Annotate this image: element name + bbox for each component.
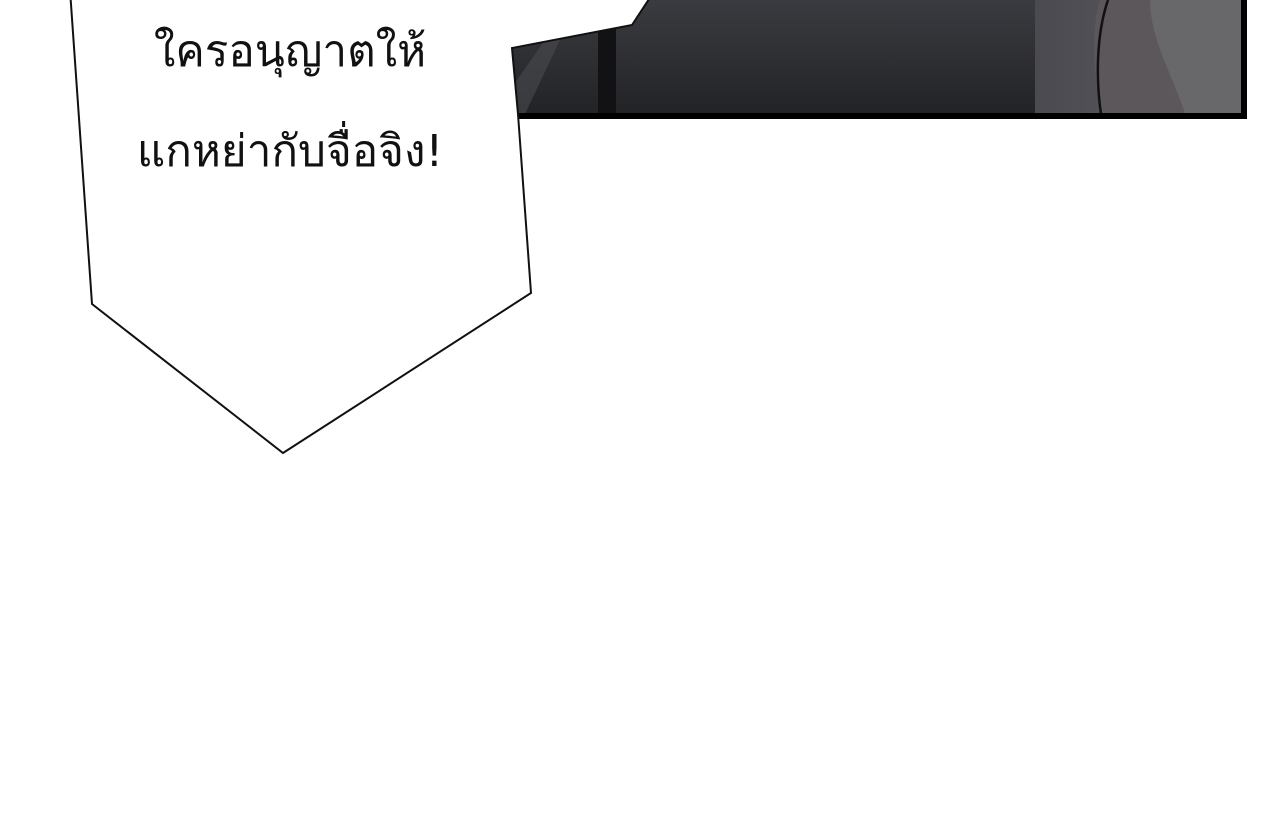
speech-bubble-line-1: ใครอนุญาตให้ [153, 26, 427, 77]
speech-bubble-line-2: แกหย่ากับจื่อจิง! [136, 126, 444, 177]
